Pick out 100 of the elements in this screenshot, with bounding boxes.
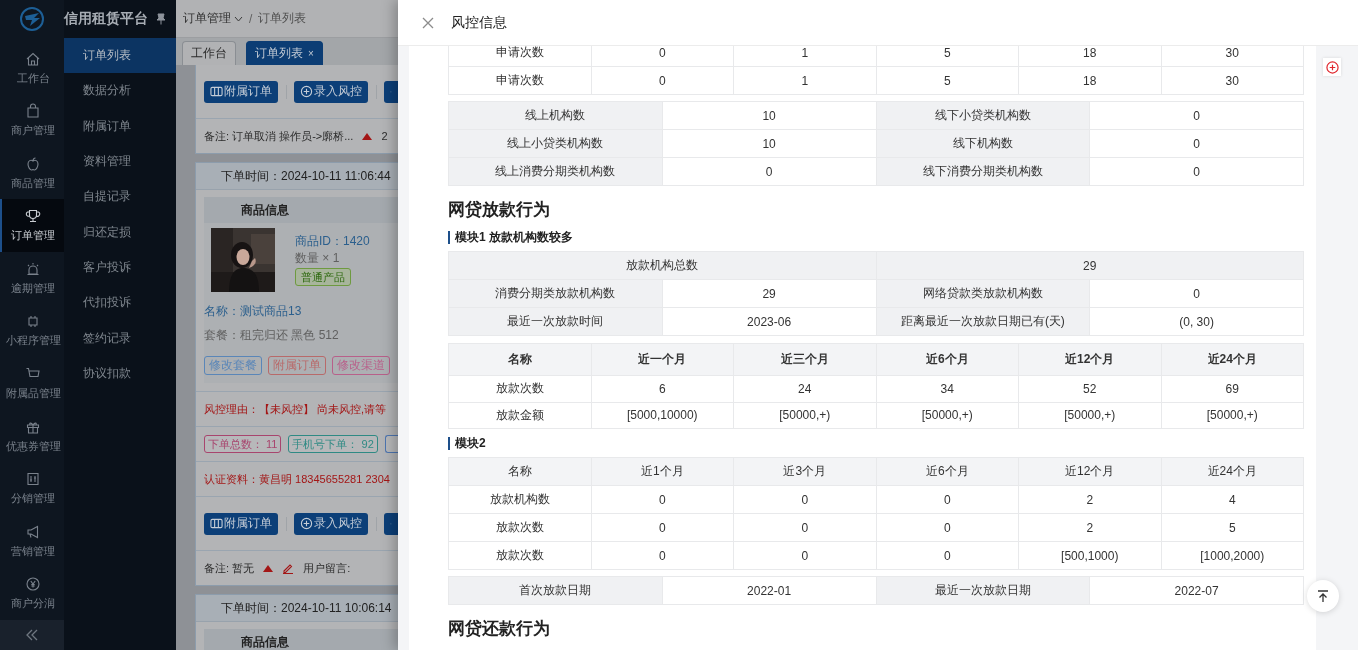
table-cell: 0 [591, 485, 734, 514]
table-cell: 5 [1161, 513, 1304, 542]
plus-circle-icon [300, 85, 314, 98]
column-header: 近6个月 [876, 457, 1019, 486]
row-label: 线上机构数 [448, 101, 663, 130]
table-cell: 0 [876, 485, 1019, 514]
card-icon [210, 517, 223, 530]
action-button[interactable]: 录入风控 [294, 512, 369, 535]
table-cell: 0 [733, 513, 876, 542]
menu-item[interactable]: 代扣投诉 [64, 285, 176, 321]
sliders-icon [25, 471, 41, 488]
table-cell: 0 [876, 513, 1019, 542]
table-cell: 29 [876, 251, 1304, 280]
pencil-icon[interactable] [282, 562, 295, 574]
menu-item[interactable]: 资料管理 [64, 143, 176, 180]
table-cell: 18 [1018, 66, 1161, 95]
nav-item[interactable]: 小程序管理 [0, 304, 64, 358]
nav-item[interactable]: 商户管理 [0, 94, 64, 147]
row-label: 网络贷款类放款机构数 [876, 279, 1090, 308]
menu-item[interactable]: 数据分析 [64, 73, 176, 109]
row-label: 线下小贷类机构数 [876, 101, 1090, 130]
nav-item[interactable]: 订单管理 [0, 199, 64, 253]
column-header: 近三个月 [733, 343, 876, 376]
drawer-title: 风控信息 [451, 13, 507, 32]
nav-item[interactable]: 分销管理 [0, 462, 64, 516]
breadcrumb-link[interactable]: 订单管理 [183, 10, 231, 27]
plus-circle-icon [300, 517, 314, 530]
close-icon[interactable] [422, 16, 434, 29]
table-cell: 1 [733, 66, 876, 95]
menu-item[interactable]: 归还定损 [64, 214, 176, 250]
column-header: 近24个月 [1161, 343, 1304, 376]
table-cell: [50000,+) [1161, 402, 1304, 429]
nav-item[interactable]: 附属品管理 [0, 357, 64, 410]
product-plan: 套餐：租完归还 黑色 512 [204, 327, 340, 342]
table-cell: 5 [876, 66, 1019, 95]
tab[interactable]: 订单列表 × [246, 41, 323, 65]
product-id: 商品ID：1420 [295, 234, 370, 248]
menu-item[interactable]: 订单列表 [64, 38, 176, 74]
tab[interactable]: 工作台 [182, 41, 236, 65]
breadcrumb-separator: / [249, 11, 253, 26]
nav-item[interactable]: 商户分润 [0, 567, 64, 621]
menu-item[interactable]: 客户投诉 [64, 249, 176, 286]
action-button[interactable] [384, 80, 398, 103]
menu-item[interactable]: 附属订单 [64, 108, 176, 144]
table-cell: [50000,+) [733, 402, 876, 429]
table-cell: 0 [591, 66, 734, 95]
column-header: 近24个月 [1161, 457, 1304, 486]
action-button[interactable]: 附属订单 [204, 80, 278, 103]
yen-icon [25, 576, 41, 593]
table-cell: 52 [1018, 375, 1161, 402]
table-cell: 0 [1089, 129, 1304, 158]
arrow-up-icon [1317, 589, 1329, 603]
nav-item[interactable]: 逾期管理 [0, 252, 64, 305]
remark-date: 2 [381, 129, 388, 143]
menu-item[interactable]: 签约记录 [64, 320, 176, 356]
table-cell: 0 [1089, 157, 1304, 186]
back-to-top-button[interactable] [1307, 580, 1339, 612]
pin-icon[interactable] [156, 13, 166, 25]
nav-item[interactable]: 商品管理 [0, 146, 64, 200]
row-label: 线下机构数 [876, 129, 1090, 158]
remark-text: 备注: 订单取消 操作员->廓桥... [204, 129, 354, 143]
table-cell: 放款金额 [448, 402, 591, 429]
action-button[interactable]: 录入风控 [294, 80, 369, 103]
panel-title: 商品信息 [241, 203, 289, 217]
menu-item[interactable]: 自提记录 [64, 179, 176, 215]
action-button[interactable] [384, 512, 398, 535]
table-cell: 2022-07 [1089, 576, 1304, 605]
nav-item[interactable]: 优惠券管理 [0, 409, 64, 463]
table-cell: 申请次数 [448, 66, 591, 95]
nav-item[interactable]: 营销管理 [0, 515, 64, 568]
menu-item[interactable]: 协议扣款 [64, 355, 176, 391]
caret-icon[interactable] [234, 15, 243, 22]
double-chevron-icon [25, 629, 39, 642]
app-title: 信用租赁平台 [64, 10, 148, 28]
table-cell: [1000,2000) [1161, 541, 1304, 570]
row-label: 首次放款日期 [448, 576, 663, 605]
triangle-icon[interactable] [362, 132, 373, 140]
stat-tag: 手机号下单： 92 [288, 435, 378, 453]
nav-item[interactable]: 工作台 [0, 41, 64, 95]
row-label: 消费分期类放款机构数 [448, 279, 663, 308]
close-icon[interactable]: × [308, 48, 314, 59]
row-label: 最近一次放款时间 [448, 307, 663, 336]
column-header: 近一个月 [591, 343, 734, 376]
table-cell: 放款机构数 [448, 485, 591, 514]
order-time: 下单时间：2024-10-11 11:06:44 [221, 169, 391, 183]
action-button[interactable]: 附属订单 [204, 512, 278, 535]
table-cell: 10 [662, 129, 876, 158]
plus-circle-icon [1325, 60, 1339, 74]
table-cell: 0 [591, 46, 734, 67]
table-cell: 0 [662, 157, 876, 186]
remark-text: 备注: 暂无 [204, 561, 255, 575]
subsection-heading: 模块2 [448, 437, 1304, 450]
triangle-icon[interactable] [263, 564, 274, 572]
table-cell: 放款次数 [448, 513, 591, 542]
table-cell: 1 [733, 46, 876, 67]
table-cell: 0 [1089, 101, 1304, 130]
row-label: 最近一次放款日期 [876, 576, 1090, 605]
product-tag: 普通产品 [295, 268, 351, 286]
add-button[interactable] [1323, 58, 1341, 76]
robot-icon [25, 313, 41, 330]
